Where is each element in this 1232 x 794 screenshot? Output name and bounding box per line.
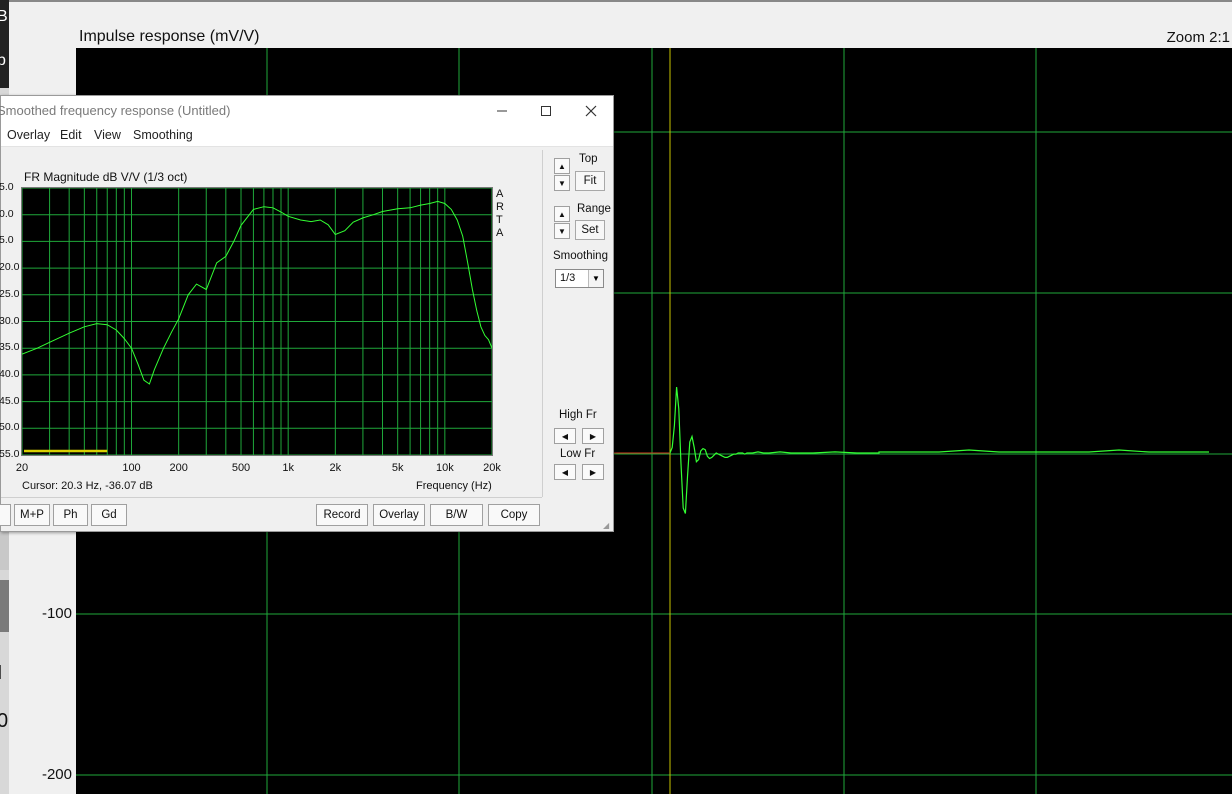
zoom-label: Zoom 2:1	[1166, 29, 1230, 46]
fr-x-tick: 2k	[329, 462, 342, 474]
fr-x-tick: 20	[15, 462, 29, 474]
popup-menubar: Overlay Edit View Smoothing	[1, 125, 613, 147]
screen: B p I 0 Impulse response (mV/V) Zoom 2:1…	[0, 0, 1232, 794]
fr-plot[interactable]	[21, 187, 493, 456]
low-fr-label: Low Fr	[560, 448, 596, 460]
bw-button[interactable]: B/W	[430, 504, 483, 526]
fr-plot-svg	[21, 187, 493, 456]
arta-letter: R	[496, 201, 504, 213]
chevron-down-icon: ▼	[588, 270, 603, 287]
range-label: Range	[577, 203, 611, 215]
impulse-title: Impulse response (mV/V)	[79, 28, 260, 45]
menu-smoothing[interactable]: Smoothing	[133, 128, 193, 142]
separator	[1, 497, 542, 498]
high-fr-label: High Fr	[559, 409, 597, 421]
high-fr-left-arrow-icon[interactable]: ◀	[554, 428, 576, 444]
overlay-button[interactable]: Overlay	[373, 504, 425, 526]
arta-letter: A	[496, 188, 504, 200]
smoothed-fr-window: Smoothed frequency response (Untitled) O…	[0, 95, 614, 532]
top-label: Top	[579, 153, 598, 165]
phase-button[interactable]: Ph	[53, 504, 88, 526]
top-up-arrow-icon[interactable]: ▲	[554, 158, 570, 174]
smoothing-label: Smoothing	[553, 250, 608, 262]
top-down-arrow-icon[interactable]: ▼	[554, 175, 570, 191]
set-button[interactable]: Set	[575, 220, 605, 240]
menu-overlay[interactable]: Overlay	[7, 128, 50, 142]
impulse-trace	[669, 386, 1209, 514]
range-down-arrow-icon[interactable]: ▼	[554, 223, 570, 239]
fr-x-tick: 20k	[483, 462, 501, 474]
fr-y-tick: 40.0	[0, 367, 20, 380]
impulse-ytick: -200	[41, 766, 72, 783]
fr-x-tick: 200	[169, 462, 188, 474]
window-top-border	[9, 0, 1232, 2]
fr-y-tick: 30.0	[0, 314, 20, 327]
separator	[542, 150, 543, 497]
edge-panel	[0, 580, 9, 632]
smoothing-value: 1/3	[560, 272, 576, 284]
fr-y-tick: 55.0	[0, 448, 20, 460]
fr-plot-title: FR Magnitude dB V/V (1/3 oct)	[24, 170, 188, 184]
fr-y-tick: 5.0	[0, 234, 14, 247]
copy-button[interactable]: Copy	[488, 504, 540, 526]
fr-y-tick: 25.0	[0, 287, 20, 300]
close-icon[interactable]	[568, 96, 614, 125]
edge-char: B	[0, 8, 8, 25]
popup-title: Smoothed frequency response (Untitled)	[0, 103, 231, 118]
mp-button[interactable]: M+P	[14, 504, 50, 526]
impulse-ytick: -100	[41, 605, 72, 622]
menu-view[interactable]: View	[94, 128, 121, 142]
resize-grip-icon[interactable]: ◢	[603, 521, 613, 531]
edge-char: I	[0, 662, 3, 685]
smoothing-select[interactable]: 1/3 ▼	[555, 269, 604, 288]
fr-y-tick: 0.0	[0, 207, 14, 220]
edge-panel	[0, 530, 9, 570]
menu-edit[interactable]: Edit	[60, 128, 82, 142]
maximize-icon[interactable]	[523, 96, 569, 125]
frequency-axis-label: Frequency (Hz)	[416, 480, 492, 492]
record-button[interactable]: Record	[316, 504, 368, 526]
fr-x-tick: 5k	[391, 462, 404, 474]
fr-y-tick: 20.0	[0, 261, 20, 274]
cursor-readout: Cursor: 20.3 Hz, -36.07 dB	[22, 480, 153, 492]
fr-y-tick: 5.0	[0, 181, 14, 193]
minimize-icon[interactable]	[479, 96, 525, 125]
group-delay-button[interactable]: Gd	[91, 504, 127, 526]
low-fr-right-arrow-icon[interactable]: ▶	[582, 464, 604, 480]
range-up-arrow-icon[interactable]: ▲	[554, 206, 570, 222]
fr-trace	[21, 200, 493, 385]
low-fr-left-arrow-icon[interactable]: ◀	[554, 464, 576, 480]
edge-char: p	[0, 52, 6, 69]
fr-x-tick: 100	[122, 462, 141, 474]
high-fr-right-arrow-icon[interactable]: ▶	[582, 428, 604, 444]
arta-letter: T	[496, 214, 503, 226]
partial-button[interactable]	[0, 504, 11, 526]
fr-y-tick: 45.0	[0, 394, 20, 407]
fit-button[interactable]: Fit	[575, 171, 605, 191]
fr-x-tick: 500	[231, 462, 251, 474]
arta-letter: A	[496, 227, 504, 239]
edge-char: 0	[0, 710, 9, 732]
fr-y-tick: 35.0	[0, 341, 20, 354]
fr-y-tick: 50.0	[0, 421, 20, 434]
fr-x-tick: 1k	[282, 462, 294, 474]
fr-x-tick: 10k	[435, 462, 454, 474]
popup-titlebar[interactable]: Smoothed frequency response (Untitled)	[0, 96, 614, 125]
